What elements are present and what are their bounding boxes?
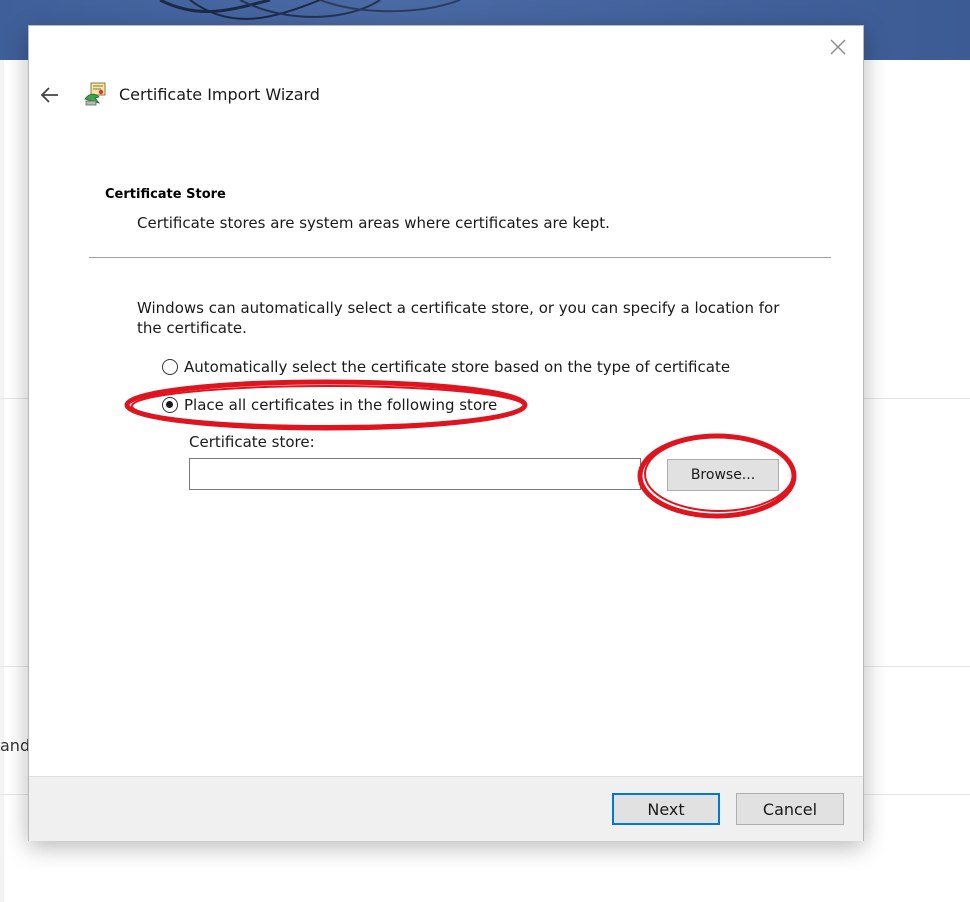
certificate-store-label: Certificate store: (189, 433, 315, 451)
close-icon (830, 39, 846, 55)
radio-place-in-store-label: Place all certificates in the following … (184, 396, 498, 414)
certificate-store-input[interactable] (189, 458, 641, 490)
background-partial-text: and (0, 736, 31, 755)
section-heading: Certificate Store (105, 187, 226, 202)
certificate-import-wizard-dialog: Certificate Import Wizard Certificate St… (28, 25, 864, 841)
dialog-footer: Next Cancel (29, 776, 863, 841)
radio-button-unchecked[interactable] (162, 359, 178, 375)
radio-auto-select-label: Automatically select the certificate sto… (184, 358, 731, 376)
radio-place-in-store[interactable]: Place all certificates in the following … (162, 396, 497, 414)
intro-text: Windows can automatically select a certi… (137, 299, 780, 337)
radio-auto-select[interactable]: Automatically select the certificate sto… (162, 358, 730, 376)
radio-button-checked[interactable] (162, 397, 178, 413)
divider (89, 257, 831, 258)
section-description: Certificate stores are system areas wher… (137, 214, 610, 232)
close-button[interactable] (827, 38, 849, 60)
background-strip (0, 60, 4, 902)
wizard-title: Certificate Import Wizard (119, 85, 320, 104)
next-button[interactable]: Next (612, 793, 720, 825)
browse-button[interactable]: Browse... (667, 459, 779, 491)
cancel-button[interactable]: Cancel (736, 793, 844, 825)
back-button[interactable] (39, 84, 63, 108)
certificate-wizard-icon (84, 82, 106, 106)
arrow-left-icon (40, 87, 58, 103)
